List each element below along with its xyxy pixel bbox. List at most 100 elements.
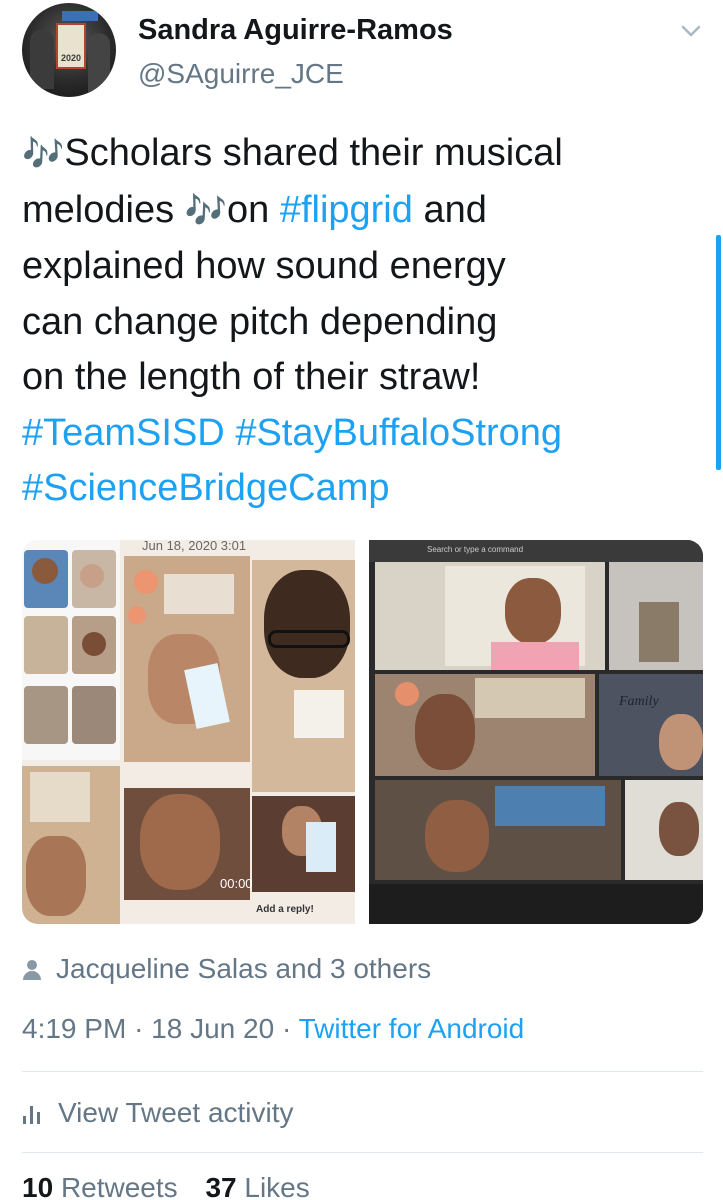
student-face bbox=[26, 836, 86, 916]
participant-tile bbox=[625, 780, 703, 880]
participant-face bbox=[659, 802, 699, 856]
likers-text[interactable]: Jacqueline Salas and 3 others bbox=[56, 953, 431, 985]
author-avatar[interactable]: 2020 bbox=[22, 3, 116, 97]
student-face bbox=[140, 794, 220, 890]
glasses bbox=[268, 630, 350, 648]
retweets-label[interactable]: Retweets bbox=[61, 1172, 178, 1200]
participant-face bbox=[505, 578, 561, 644]
participant-face bbox=[659, 714, 703, 770]
participant-tile bbox=[375, 562, 605, 670]
tweet-media[interactable]: Jun 18, 2020 3:01 00:00 Add a reply! Sea… bbox=[22, 540, 703, 924]
scroll-indicator[interactable] bbox=[716, 235, 721, 470]
tweet-date: 18 Jun 20 bbox=[151, 1013, 275, 1044]
shelf bbox=[495, 786, 605, 826]
video-tile bbox=[22, 766, 120, 924]
participant-face bbox=[415, 694, 475, 770]
thumbnail-face bbox=[80, 564, 104, 588]
thumbnail-face bbox=[32, 558, 58, 584]
hashtag-link[interactable]: #ScienceBridgeCamp bbox=[22, 467, 390, 509]
divider bbox=[22, 1152, 703, 1153]
tweet-text-segment bbox=[225, 412, 236, 454]
tweet-text-segment: on bbox=[226, 188, 280, 231]
person-icon bbox=[22, 958, 42, 980]
participant-shirt bbox=[491, 642, 579, 670]
thumbnail-face bbox=[82, 632, 106, 656]
likers-row[interactable]: Jacqueline Salas and 3 others bbox=[22, 952, 431, 986]
view-tweet-activity-label: View Tweet activity bbox=[58, 1097, 294, 1128]
call-controls-bar bbox=[369, 884, 703, 924]
tweet-text-line: can change pitch depending bbox=[22, 295, 702, 351]
video-tile bbox=[252, 560, 355, 792]
likes-label[interactable]: Likes bbox=[244, 1172, 309, 1200]
tweet-text-line: #ScienceBridgeCamp bbox=[22, 461, 702, 517]
chair bbox=[639, 602, 679, 662]
add-reply-input[interactable]: Add a reply! bbox=[256, 904, 314, 915]
tweet-text-segment: can change pitch depending bbox=[22, 300, 498, 343]
tweet-text-segment: Scholars shared their musical bbox=[64, 132, 563, 174]
call-toolbar: Search or type a command bbox=[369, 540, 703, 562]
tweet-text-line: 🎶Scholars shared their musical bbox=[22, 126, 702, 183]
tweet-time: 4:19 PM bbox=[22, 1013, 127, 1044]
shelf bbox=[164, 574, 234, 614]
decor-flower bbox=[395, 682, 419, 706]
thumbnail bbox=[72, 686, 116, 744]
avatar-figure bbox=[30, 29, 54, 89]
avatar-banner bbox=[62, 11, 98, 21]
straw-instrument bbox=[294, 690, 344, 738]
retweets-count[interactable]: 10 bbox=[22, 1172, 53, 1200]
tweet-source-link[interactable]: Twitter for Android bbox=[299, 1013, 525, 1044]
hashtag-link[interactable]: #TeamSISD bbox=[22, 412, 225, 454]
video-tile bbox=[252, 796, 355, 892]
avatar-sign-text: 2020 bbox=[60, 53, 82, 63]
tweet-text-segment: explained how sound energy bbox=[22, 245, 506, 287]
participant-tile bbox=[609, 562, 703, 670]
divider bbox=[22, 1071, 703, 1072]
meta-separator: · bbox=[281, 1013, 299, 1044]
tweet-text-segment: on the length of their straw! bbox=[22, 356, 481, 398]
decor-flower bbox=[134, 570, 158, 594]
author-handle[interactable]: @SAguirre_JCE bbox=[138, 58, 344, 90]
hashtag-link[interactable]: #StayBuffaloStrong bbox=[235, 412, 562, 454]
video-timestamp: 00:00 bbox=[220, 876, 253, 891]
meta-separator: · bbox=[134, 1013, 152, 1044]
musical-notes-icon: 🎶 bbox=[184, 191, 227, 230]
tweet-stats: 10 Retweets 37 Likes bbox=[22, 1172, 330, 1200]
media-image-flipgrid[interactable]: Jun 18, 2020 3:01 00:00 Add a reply! bbox=[22, 540, 355, 924]
video-tile bbox=[124, 556, 250, 762]
hashtag-link[interactable]: #flipgrid bbox=[280, 189, 413, 231]
wall-sign: Family bbox=[619, 694, 659, 709]
tweet-text-line: on the length of their straw! bbox=[22, 350, 702, 406]
participant-tile: Family bbox=[599, 674, 703, 776]
video-tile: 00:00 bbox=[124, 788, 253, 900]
bar-chart-icon bbox=[22, 1102, 42, 1124]
thumbnail-column bbox=[22, 540, 120, 760]
tweet-text-segment: and bbox=[412, 188, 487, 231]
participant-tile bbox=[375, 674, 595, 776]
thumbnail bbox=[24, 686, 68, 744]
likes-count[interactable]: 37 bbox=[205, 1172, 236, 1200]
thumbnail bbox=[24, 616, 68, 674]
shelf bbox=[30, 772, 90, 822]
media-date-strip: Jun 18, 2020 3:01 bbox=[142, 540, 247, 553]
decor-flower bbox=[128, 606, 146, 624]
participant-face bbox=[425, 800, 489, 872]
straw-instrument bbox=[306, 822, 336, 872]
tweet-text-line: #TeamSISD #StayBuffaloStrong bbox=[22, 406, 702, 462]
tweet-text-segment: melodies bbox=[22, 188, 185, 231]
tweet-text-line: melodies 🎶on #flipgrid and bbox=[22, 183, 702, 240]
student-face bbox=[264, 570, 350, 678]
tweet-meta: 4:19 PM · 18 Jun 20 · Twitter for Androi… bbox=[22, 1013, 524, 1045]
chevron-down-icon[interactable] bbox=[680, 20, 702, 42]
avatar-sign: 2020 bbox=[56, 23, 86, 69]
tweet-header: 2020 Sandra Aguirre-Ramos @SAguirre_JCE bbox=[0, 0, 723, 110]
avatar-figure bbox=[88, 33, 110, 93]
call-search-bar: Search or type a command bbox=[427, 545, 524, 554]
tweet-text: 🎶Scholars shared their musical melodies 🎶… bbox=[22, 126, 702, 517]
musical-notes-icon: 🎶 bbox=[22, 135, 65, 173]
participant-tile bbox=[375, 780, 621, 880]
author-display-name[interactable]: Sandra Aguirre-Ramos bbox=[138, 14, 453, 47]
shelf bbox=[475, 678, 585, 718]
tweet-text-line: explained how sound energy bbox=[22, 239, 702, 295]
media-image-video-call[interactable]: Search or type a command Family bbox=[369, 540, 703, 924]
view-tweet-activity-button[interactable]: View Tweet activity bbox=[22, 1094, 294, 1132]
